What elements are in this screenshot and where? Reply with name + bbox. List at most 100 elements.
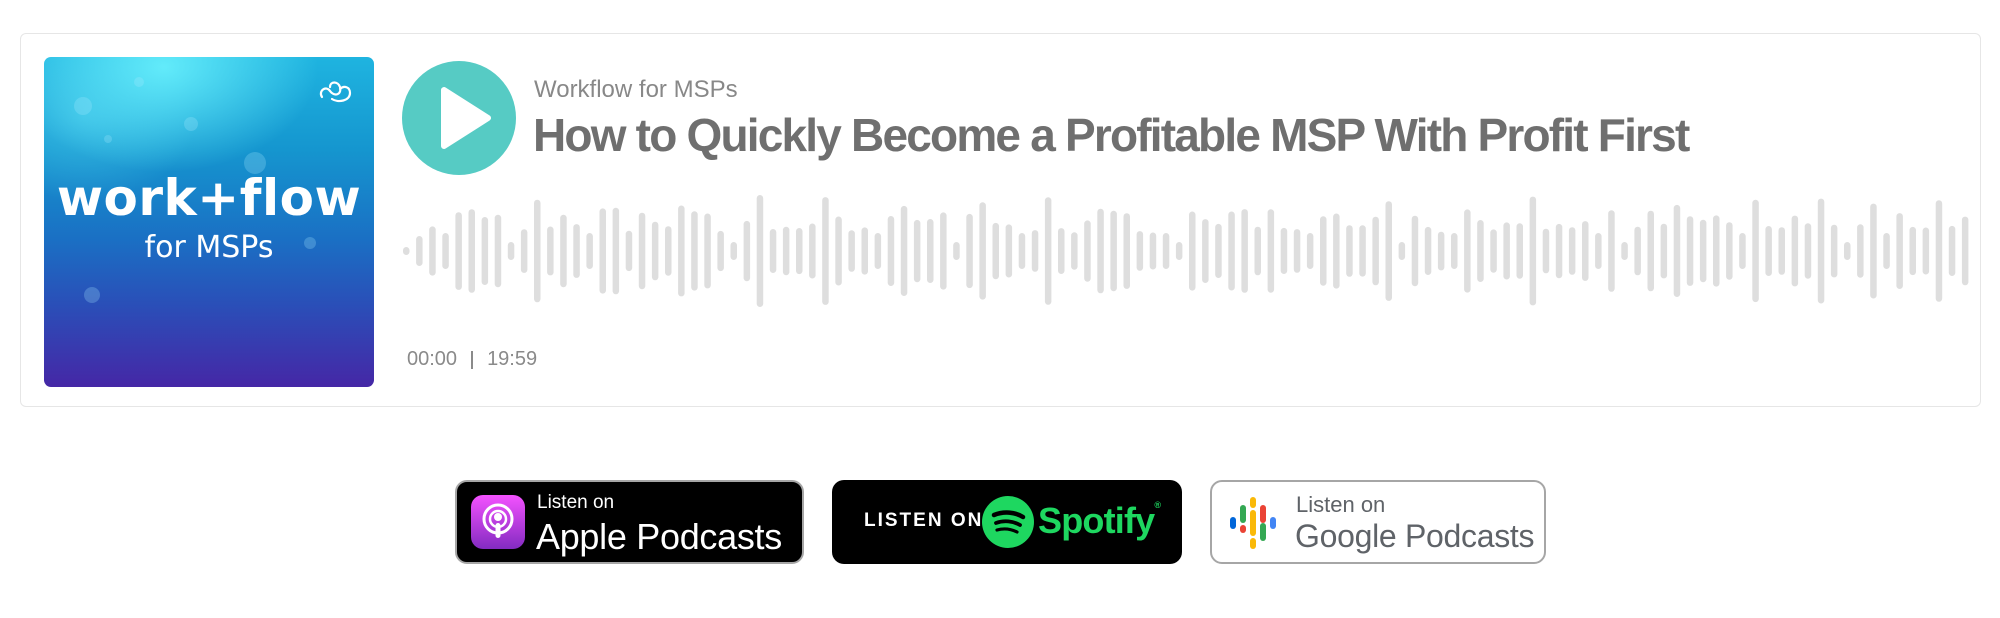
waveform-bar (1372, 216, 1379, 286)
waveform-bar (573, 224, 580, 278)
waveform-bar (455, 212, 462, 290)
waveform-bar (1883, 233, 1890, 269)
waveform-bar (1739, 233, 1746, 269)
spotify-icon (982, 496, 1034, 548)
play-icon (441, 87, 491, 149)
waveform-bar (1961, 216, 1969, 286)
waveform-scrubber[interactable] (402, 184, 1978, 319)
waveform-bar (599, 208, 606, 294)
waveform-bar (1005, 224, 1013, 278)
waveform-bar (1804, 223, 1812, 279)
waveform-bar (494, 214, 502, 288)
waveform-bar (953, 242, 960, 260)
waveform-bar (1595, 233, 1602, 269)
waveform-bar (1215, 223, 1222, 278)
waveform-bar (560, 214, 567, 288)
podcast-player: work+flow for MSPs Workflow for MSPs How… (20, 33, 1981, 407)
waveform-bar (1018, 233, 1026, 269)
waveform-bar (756, 195, 764, 307)
time-display: 00:00 19:59 (407, 348, 537, 371)
waveform-bar (625, 230, 633, 272)
waveform-bar (1529, 196, 1537, 306)
waveform-bar (1189, 211, 1196, 291)
waveform-bar (1673, 204, 1681, 297)
waveform-bar (678, 205, 685, 297)
waveform-bar (1948, 225, 1956, 276)
current-time: 00:00 (407, 348, 458, 370)
waveform-bar (1437, 231, 1445, 271)
duration: 19:59 (487, 348, 538, 370)
waveform-bar (520, 229, 528, 273)
waveform-bar (822, 197, 829, 305)
waveform-bar (1713, 215, 1720, 287)
waveform-bar (1477, 220, 1484, 282)
waveform-bar (940, 212, 947, 290)
waveform-bar (651, 221, 659, 281)
waveform-bar (861, 227, 868, 275)
cover-art: work+flow for MSPs (44, 57, 374, 387)
waveform-bar (992, 222, 999, 280)
waveform-bar (1280, 227, 1288, 274)
waveform-bar (1136, 231, 1144, 271)
waveform-bar (1464, 209, 1471, 293)
spotify-brand-text: Spotify (1038, 500, 1155, 541)
waveform-bar (481, 217, 489, 285)
waveform-bar (1333, 213, 1340, 289)
spotify-listen-on: LISTEN ON (864, 510, 984, 531)
waveform-bar (1765, 226, 1772, 276)
waveform-bar (796, 228, 803, 275)
apple-podcasts-icon (471, 495, 525, 549)
waveform-bar (442, 233, 449, 269)
waveform-bar (1175, 242, 1183, 260)
waveform-bar (1516, 223, 1523, 279)
waveform-bar (1686, 216, 1694, 286)
waveform-bar (743, 220, 751, 282)
episode-title: How to Quickly Become a Profitable MSP W… (533, 109, 1690, 161)
apple-podcasts-badge[interactable]: Listen on Apple Podcasts (455, 480, 804, 564)
waveform-bar (1621, 242, 1628, 260)
waveform-bar (1699, 219, 1707, 283)
waveform-bar (979, 202, 986, 300)
waveform-bar (887, 216, 895, 286)
waveform-bar (1660, 223, 1668, 279)
show-name: Workflow for MSPs (534, 76, 738, 103)
waveform-bar (769, 229, 777, 273)
waveform-bar (586, 233, 593, 269)
waveform-bar (1044, 197, 1052, 305)
waveform-bar (809, 223, 816, 279)
waveform-bar (1058, 228, 1065, 274)
waveform-bar (1909, 226, 1916, 276)
waveform-bar (913, 219, 921, 283)
waveform-bar (1306, 233, 1314, 269)
waveform-bar (1385, 201, 1392, 301)
waveform-bar (1162, 233, 1170, 269)
waveform-bar (1791, 215, 1799, 287)
spotify-badge[interactable]: LISTEN ON Spotify® (832, 480, 1182, 564)
waveform-bar (534, 199, 541, 303)
waveform-bar (1568, 227, 1576, 275)
waveform-bar (1817, 198, 1825, 304)
waveform-bar (1726, 222, 1733, 280)
waveform-bar (403, 247, 410, 255)
waveform-bar (966, 213, 973, 289)
apple-badge-title: Apple Podcasts (536, 516, 782, 557)
waveform-bar (1778, 227, 1785, 275)
waveform-bar (704, 213, 711, 289)
waveform-bar (665, 226, 672, 276)
waveform-bar (1149, 232, 1157, 270)
waveform-bar (1031, 230, 1039, 272)
waveform-bar (730, 242, 737, 260)
google-podcasts-badge[interactable]: Listen on Google Podcasts (1210, 480, 1546, 564)
waveform-bar (1896, 213, 1903, 289)
waveform-bar (1411, 215, 1419, 287)
spotify-wordmark: Spotify® (1038, 500, 1161, 542)
play-button[interactable] (402, 61, 516, 175)
waveform-bar (468, 209, 475, 293)
waveform-bar (1320, 216, 1327, 286)
waveform-bar (429, 226, 436, 276)
waveform-bar (835, 216, 842, 286)
waveform-bar (1870, 203, 1877, 299)
google-podcasts-icon (1230, 497, 1276, 549)
spotify-trademark: ® (1154, 500, 1161, 510)
waveform-bar (1634, 226, 1641, 276)
